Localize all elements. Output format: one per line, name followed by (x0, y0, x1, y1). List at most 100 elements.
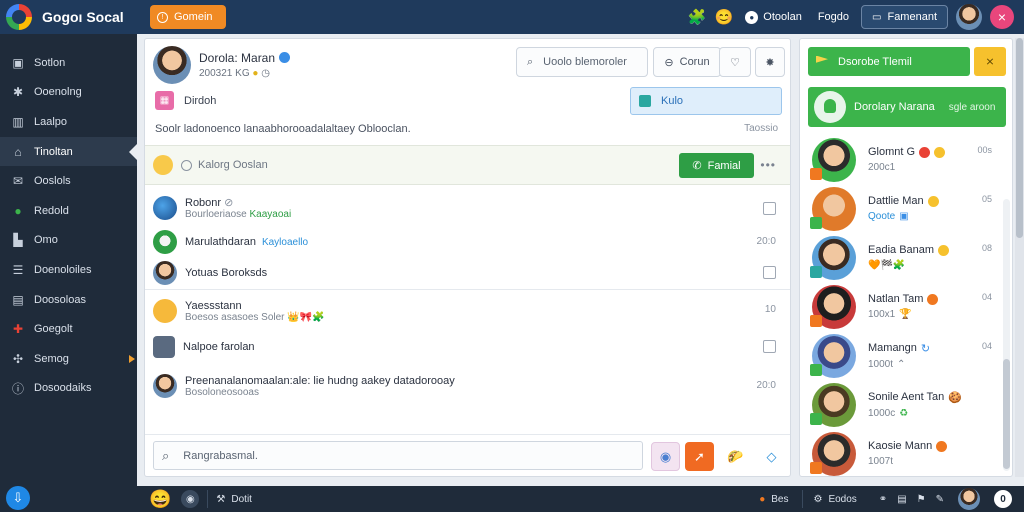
download-icon[interactable]: ⇩ (6, 486, 30, 510)
highlight-button[interactable]: Kulo (630, 87, 782, 115)
feed-item-time: 10 (764, 304, 776, 315)
message-input[interactable]: ⌕ Rangrabasmal. (153, 441, 643, 470)
contact-item[interactable]: Glomnt G 200c1 00s (800, 135, 1000, 184)
status-dot-icon (927, 293, 939, 305)
contact-item[interactable]: Natlan Tam 100x1 🏆 04 (800, 282, 1000, 331)
sidebar-item-8[interactable]: ▤ Doosoloas (0, 285, 137, 315)
smiley-emoji-icon[interactable]: 😄 (149, 490, 171, 508)
feed-item-link[interactable]: Kayloaello (262, 237, 308, 248)
checkbox[interactable] (763, 202, 776, 215)
sidebar-item-11[interactable]: ⓘ Dosoodaiks (0, 374, 137, 404)
profile-description: Soolr ladonoenco lanaabhorooadalaltaey O… (155, 123, 411, 135)
contact-time: 00s (977, 145, 992, 155)
checkbox[interactable] (763, 266, 776, 279)
document-icon[interactable]: ▤ (897, 494, 906, 505)
list-item[interactable]: Nalpoe farolan (145, 332, 790, 362)
smiley-icon (938, 244, 950, 256)
page-scrollbar[interactable] (1015, 38, 1024, 477)
list-item[interactable]: Yaessstann Boesos asasoes Soler 👑🎀🧩 10 (145, 290, 790, 332)
contact-scrollbar[interactable] (1003, 199, 1010, 471)
sidebar-item-2[interactable]: ▥ Laalpo (0, 107, 137, 137)
forward-button[interactable]: ◇ (757, 442, 786, 471)
bottom-count-item[interactable]: ● Bes (759, 494, 788, 505)
list-item[interactable]: Preenanalanomaalan:ale: lie hudng aakey … (145, 362, 790, 410)
user-avatar[interactable] (956, 4, 982, 30)
sidebar-item-label: Omo (34, 234, 58, 247)
secondary-action-button[interactable]: ⨯ (974, 47, 1006, 76)
feed-sub-text: Boesos asasoes Soler (185, 311, 285, 323)
scrollbar-thumb[interactable] (1003, 359, 1010, 469)
sidebar-item-3[interactable]: ⌂ Tinoltan (0, 136, 137, 167)
contact-item[interactable]: Dattlie Man Qoote ▣ 05 (800, 184, 1000, 233)
feed-sub-text: Bourloeriaose (185, 209, 247, 220)
sidebar-item-9[interactable]: ✚ Goegolt (0, 314, 137, 344)
profile-card[interactable]: Dorolary Narana sgle aroon (808, 87, 1006, 127)
page-scrollbar-thumb[interactable] (1016, 38, 1023, 238)
cookie-icon: 🍪 (948, 391, 962, 404)
user-avatar[interactable] (958, 488, 980, 510)
search-input[interactable]: ⌕ Uoolo blemoroler (516, 47, 648, 77)
forward-icon: ◇ (766, 448, 777, 464)
caret-icon: ⌃ (897, 358, 906, 370)
contact-sub-row: 1000t ⌃ (868, 359, 930, 370)
profile-action-button[interactable]: ⊖ Corun (653, 47, 721, 77)
feed-highlight: Kaayaoai (249, 209, 292, 220)
bottom-left-item[interactable]: ⚒ Dotit (216, 494, 252, 505)
top-badge-button[interactable]: ! Gomein (150, 5, 226, 29)
sidebar-item-10[interactable]: ✣ Semog (0, 344, 137, 374)
recycle-icon: ♻ (899, 407, 909, 419)
feed-item-title: Marulathdaran (185, 236, 256, 248)
settings-button[interactable]: ✸ (755, 47, 785, 77)
top-action-button[interactable]: ▭ Famenant (861, 5, 948, 29)
smiley-face-icon[interactable]: 😊 (715, 10, 734, 25)
status-label: Dirdoh (184, 94, 217, 107)
top-link[interactable]: Fogdo (814, 11, 853, 23)
sidebar-item-1[interactable]: ✱ Ooenolng (0, 78, 137, 108)
close-icon[interactable]: × (990, 5, 1014, 29)
send-file-button[interactable]: ➚ (685, 442, 714, 471)
top-link-label: Fogdo (817, 11, 850, 23)
contact-sub: Qoote (868, 211, 896, 222)
sidebar-item-5[interactable]: ● Redold (0, 196, 137, 226)
link-icon[interactable]: ⚭ (879, 494, 887, 505)
list-item[interactable]: Marulathdaran Kayloaello 20:0 (145, 227, 790, 257)
bottom-right-item[interactable]: ⚙ Eodos (813, 494, 856, 505)
app-logo[interactable]: Gogoı Socal (0, 0, 137, 34)
primary-action-button[interactable]: Dsorobe Tlemil (808, 47, 970, 76)
send-icon: ➚ (694, 448, 705, 464)
list-item[interactable]: Yotuas Boroksds (145, 257, 790, 289)
status-indicator[interactable]: ● Otoolan (741, 10, 806, 24)
profile-avatar[interactable] (153, 46, 191, 84)
contact-sub: 1007t (868, 456, 894, 467)
network-icon: ✣ (12, 351, 24, 366)
shield-icon[interactable]: 0 (994, 490, 1012, 508)
contact-name: Mamangn (868, 342, 917, 354)
top-right-actions: 🧩 😊 ● Otoolan Fogdo ▭ Famenant × (688, 0, 1014, 34)
compose-input[interactable]: Kalorg Ooslan (181, 159, 268, 171)
flag-icon[interactable]: ⚑ (917, 494, 926, 505)
pencil-icon[interactable]: ✎ (936, 494, 944, 505)
list-item[interactable]: Robonr ⊘ Bourloeriaose Kaayaoai (145, 189, 790, 227)
puzzle-emoji-icon[interactable]: 🧩 (688, 10, 707, 25)
contact-name-row: Sonile Aent Tan 🍪 (868, 391, 962, 404)
camera-icon[interactable]: ◉ (181, 490, 200, 508)
sidebar-item-6[interactable]: ▙ Omo (0, 226, 137, 256)
post-button[interactable]: ✆ Famial (679, 153, 754, 178)
sidebar-item-0[interactable]: ▣ Sotlon (0, 48, 137, 78)
sidebar-item-4[interactable]: ✉ Ooslols (0, 166, 137, 196)
contact-avatar (810, 333, 856, 378)
smiley-icon[interactable] (153, 155, 173, 175)
heart-button[interactable]: ♡ (719, 47, 751, 77)
app-name: Gogoı Socal (42, 9, 124, 25)
contact-item[interactable]: Sonile Aent Tan 🍪 1000c ♻ (800, 380, 1000, 429)
contact-item[interactable]: Eadia Banam 🧡🏁🧩 08 (800, 233, 1000, 282)
more-options-icon[interactable]: ••• (760, 158, 776, 172)
contact-item[interactable]: Kaosie Mann 1007t (800, 429, 1000, 476)
emoji-button[interactable]: 🌮 (721, 442, 750, 471)
checkbox[interactable] (763, 340, 776, 353)
sidebar-item-7[interactable]: ☰ Doenoloiles (0, 255, 137, 285)
search-placeholder: Uoolo blemoroler (543, 56, 627, 68)
contact-name-row: Mamangn ↻ (868, 342, 930, 355)
sticker-button[interactable]: ◉ (651, 442, 680, 471)
contact-item[interactable]: Mamangn ↻ 1000t ⌃ 04 (800, 331, 1000, 380)
